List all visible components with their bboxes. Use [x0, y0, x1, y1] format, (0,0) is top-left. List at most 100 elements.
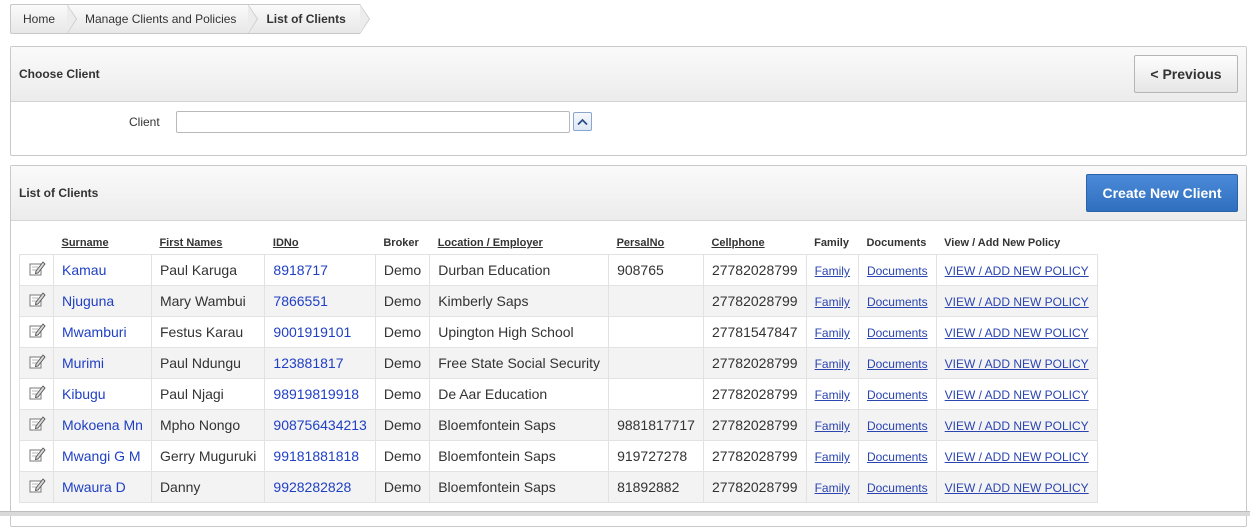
- persalno-cell: 919727278: [608, 440, 704, 472]
- idno-link[interactable]: 98919819918: [273, 386, 359, 402]
- surname-cell: Murimi: [53, 347, 152, 379]
- family-link[interactable]: Family: [815, 481, 850, 495]
- col-idno[interactable]: IDNo: [265, 232, 375, 255]
- documents-link[interactable]: Documents: [867, 388, 928, 402]
- table-row: Kamau Paul Karuga 8918717 Demo Durban Ed…: [19, 254, 1098, 286]
- surname-link[interactable]: Mwaura D: [62, 479, 126, 495]
- edit-icon[interactable]: [28, 353, 46, 371]
- idno-link[interactable]: 9928282828: [273, 479, 351, 495]
- view-add-policy-link[interactable]: VIEW / ADD NEW POLICY: [945, 295, 1089, 309]
- first-names-cell: Paul Njagi: [150, 378, 266, 410]
- edit-cell: [19, 347, 54, 379]
- col-cellphone[interactable]: Cellphone: [703, 232, 806, 255]
- first-names-cell: Mary Wambui: [150, 285, 266, 317]
- edit-cell: [19, 409, 54, 441]
- col-first-names[interactable]: First Names: [151, 232, 264, 255]
- col-edit: [20, 232, 54, 255]
- previous-button[interactable]: < Previous: [1134, 55, 1238, 93]
- table-header-row: Surname First Names IDNo Broker Location…: [20, 232, 1098, 255]
- view-add-policy-link[interactable]: VIEW / ADD NEW POLICY: [945, 450, 1089, 464]
- cellphone-cell: 27782028799: [702, 440, 807, 472]
- idno-link[interactable]: 99181881818: [273, 448, 359, 464]
- edit-icon[interactable]: [28, 322, 46, 340]
- cellphone-cell: 27782028799: [702, 347, 807, 379]
- family-link[interactable]: Family: [815, 326, 850, 340]
- edit-icon[interactable]: [28, 446, 46, 464]
- col-persalno[interactable]: PersalNo: [609, 232, 704, 255]
- view-add-policy-link[interactable]: VIEW / ADD NEW POLICY: [945, 419, 1089, 433]
- view-add-policy-link[interactable]: VIEW / ADD NEW POLICY: [945, 264, 1089, 278]
- view-add-policy-link[interactable]: VIEW / ADD NEW POLICY: [945, 357, 1089, 371]
- idno-link[interactable]: 7866551: [273, 293, 328, 309]
- list-of-clients-title: List of Clients: [19, 186, 99, 200]
- documents-cell: Documents: [857, 254, 937, 286]
- first-names-cell: Gerry Muguruki: [150, 440, 266, 472]
- surname-link[interactable]: Mwamburi: [62, 324, 127, 340]
- broker-cell: Demo: [374, 471, 431, 503]
- choose-client-header: Choose Client < Previous: [11, 47, 1246, 102]
- idno-link[interactable]: 9001919101: [273, 324, 351, 340]
- client-input[interactable]: [176, 111, 570, 133]
- col-surname[interactable]: Surname: [54, 232, 152, 255]
- surname-link[interactable]: Mokoena Mn: [62, 417, 143, 433]
- idno-link[interactable]: 123881817: [273, 355, 343, 371]
- col-policy: View / Add New Policy: [944, 237, 1061, 249]
- idno-link[interactable]: 908756434213: [273, 417, 366, 433]
- bottom-scrollbar[interactable]: [0, 511, 1250, 516]
- view-add-policy-link[interactable]: VIEW / ADD NEW POLICY: [945, 326, 1089, 340]
- col-documents: Documents: [866, 237, 927, 249]
- documents-cell: Documents: [857, 409, 937, 441]
- client-lov-button[interactable]: [573, 112, 592, 131]
- col-location[interactable]: Location / Employer: [430, 232, 609, 255]
- clients-table: Surname First Names IDNo Broker Location…: [19, 232, 1098, 503]
- view-add-policy-link[interactable]: VIEW / ADD NEW POLICY: [945, 388, 1089, 402]
- family-link[interactable]: Family: [815, 264, 850, 278]
- idno-link[interactable]: 8918717: [273, 262, 328, 278]
- col-family: Family: [814, 237, 849, 249]
- edit-icon[interactable]: [28, 415, 46, 433]
- family-link[interactable]: Family: [815, 388, 850, 402]
- idno-cell: 908756434213: [264, 409, 376, 441]
- table-row: Murimi Paul Ndungu 123881817 Demo Free S…: [19, 347, 1098, 379]
- cellphone-cell: 27782028799: [702, 378, 807, 410]
- cellphone-cell: 27781547847: [702, 316, 807, 348]
- family-link[interactable]: Family: [815, 450, 850, 464]
- broker-cell: Demo: [374, 378, 431, 410]
- family-link[interactable]: Family: [815, 419, 850, 433]
- surname-link[interactable]: Kibugu: [62, 386, 106, 402]
- documents-cell: Documents: [857, 347, 937, 379]
- documents-cell: Documents: [857, 471, 937, 503]
- surname-link[interactable]: Mwangi G M: [62, 448, 141, 464]
- surname-link[interactable]: Kamau: [62, 262, 106, 278]
- surname-link[interactable]: Murimi: [62, 355, 104, 371]
- documents-link[interactable]: Documents: [867, 419, 928, 433]
- surname-cell: Njuguna: [53, 285, 152, 317]
- create-new-client-button[interactable]: Create New Client: [1086, 174, 1238, 212]
- documents-link[interactable]: Documents: [867, 481, 928, 495]
- edit-icon[interactable]: [28, 384, 46, 402]
- family-link[interactable]: Family: [815, 357, 850, 371]
- documents-link[interactable]: Documents: [867, 326, 928, 340]
- documents-link[interactable]: Documents: [867, 450, 928, 464]
- breadcrumb-manage-clients[interactable]: Manage Clients and Policies: [67, 4, 259, 34]
- family-link[interactable]: Family: [815, 295, 850, 309]
- documents-link[interactable]: Documents: [867, 295, 928, 309]
- choose-client-region: Choose Client < Previous Client: [10, 46, 1247, 156]
- view-add-policy-link[interactable]: VIEW / ADD NEW POLICY: [945, 481, 1089, 495]
- col-broker: Broker: [383, 237, 419, 249]
- edit-cell: [19, 378, 54, 410]
- edit-icon[interactable]: [28, 291, 46, 309]
- table-row: Mwaura D Danny 9928282828 Demo Bloemfont…: [19, 471, 1098, 503]
- documents-link[interactable]: Documents: [867, 357, 928, 371]
- surname-link[interactable]: Njuguna: [62, 293, 114, 309]
- edit-cell: [19, 285, 54, 317]
- edit-icon[interactable]: [28, 477, 46, 495]
- breadcrumb-home[interactable]: Home: [10, 4, 78, 34]
- location-cell: De Aar Education: [429, 378, 610, 410]
- client-label: Client: [129, 115, 160, 129]
- policy-cell: VIEW / ADD NEW POLICY: [935, 285, 1098, 317]
- documents-link[interactable]: Documents: [867, 264, 928, 278]
- surname-cell: Mokoena Mn: [53, 409, 152, 441]
- edit-icon[interactable]: [28, 260, 46, 278]
- edit-cell: [19, 316, 54, 348]
